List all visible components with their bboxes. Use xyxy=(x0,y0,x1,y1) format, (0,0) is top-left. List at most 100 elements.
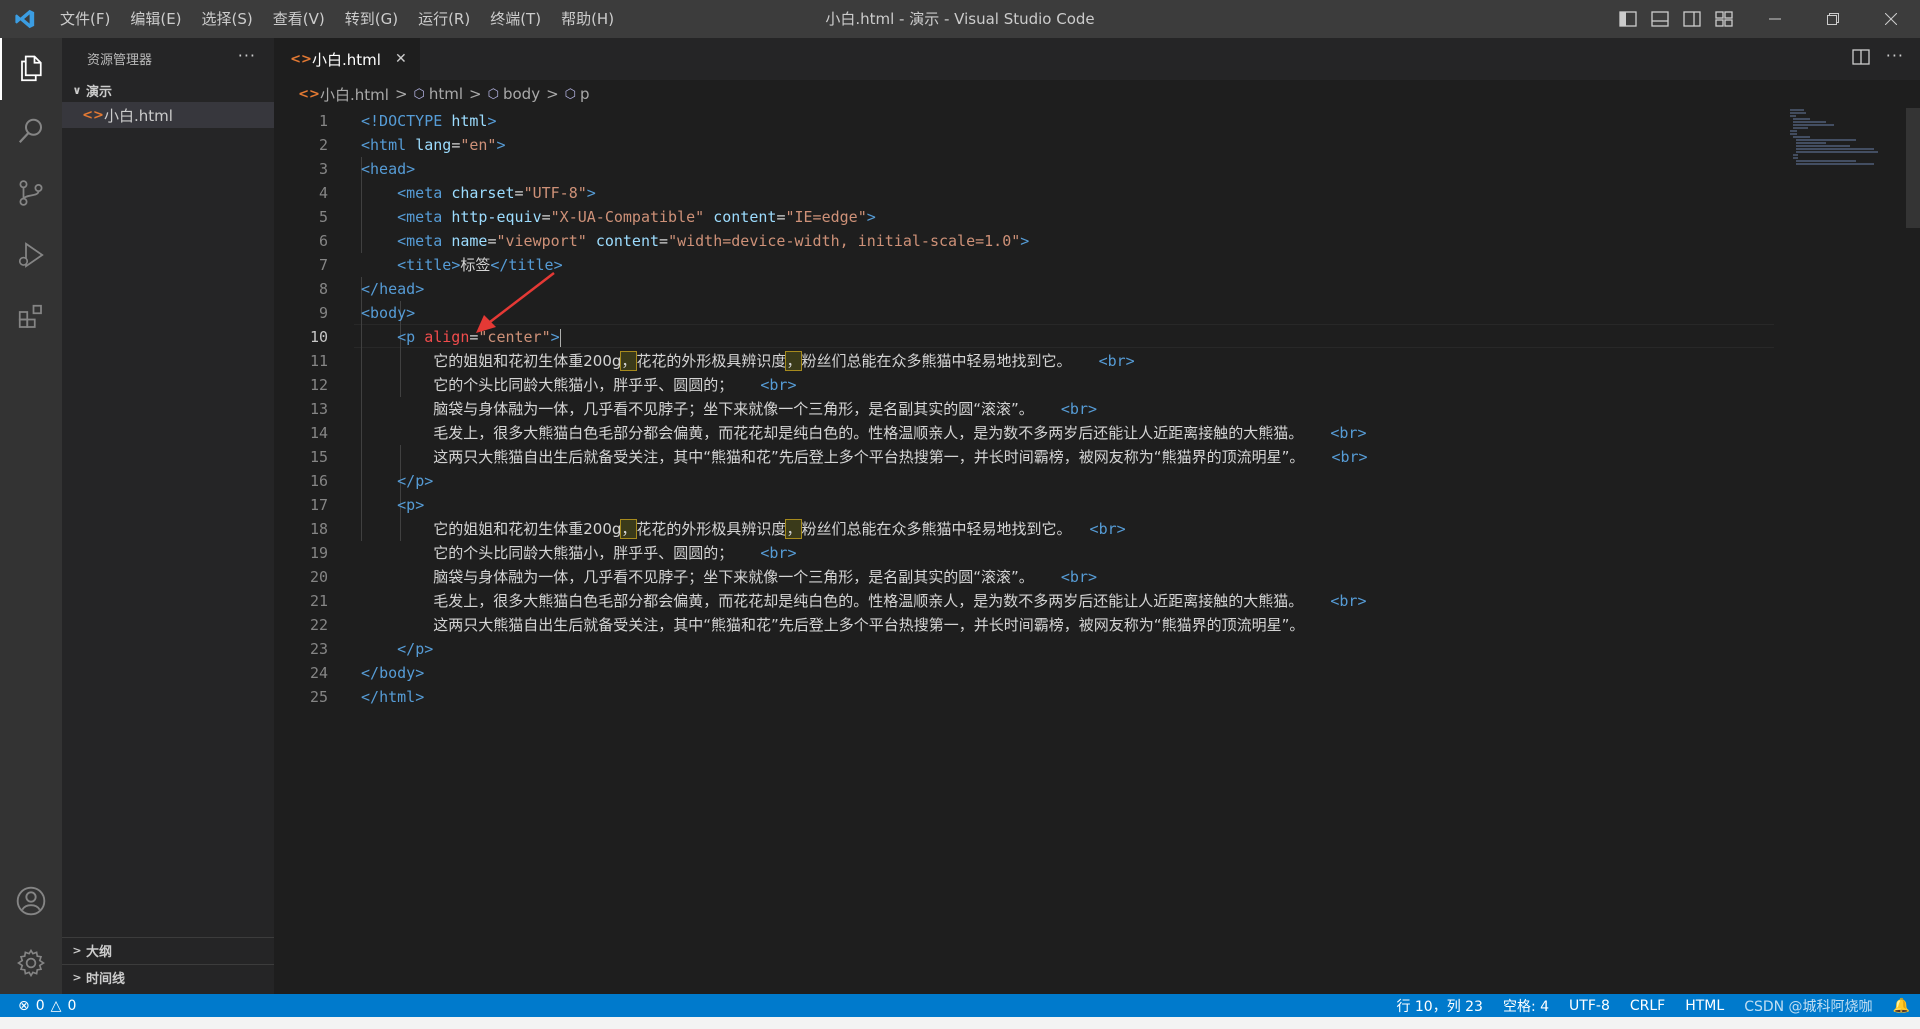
breadcrumb-p[interactable]: p xyxy=(580,85,590,103)
code-line: 17 <p> xyxy=(309,496,425,514)
menu-help[interactable]: 帮助(H) xyxy=(551,0,624,38)
symbol-icon: ⬡ xyxy=(564,86,577,102)
menu-selection[interactable]: 选择(S) xyxy=(192,0,263,38)
file-name: 小白.html xyxy=(104,106,173,125)
code-editor[interactable]: 1 <!DOCTYPE html> 2 <html lang="en"> 3 <hea… xyxy=(274,109,1774,809)
vscode-logo-icon xyxy=(0,0,50,38)
explorer-sidebar: 资源管理器 ··· ∨ 演示 <> 小白.html > 大纲 > 时间线 xyxy=(62,38,274,994)
activity-bar xyxy=(0,38,62,994)
search-icon[interactable] xyxy=(0,100,62,162)
title-bar: 文件(F) 编辑(E) 选择(S) 查看(V) 转到(G) 运行(R) 终端(T… xyxy=(0,0,1920,38)
code-line: 6 <meta name="viewport" content="width=d… xyxy=(318,232,1030,250)
watermark: CSDN @城科阿烧咖 xyxy=(1744,998,1873,1015)
menu-go[interactable]: 转到(G) xyxy=(335,0,408,38)
html-file-icon: <> xyxy=(290,51,312,67)
code-line: 12 它的个头比同龄大熊猫小，胖乎乎、圆圆的； <br> xyxy=(309,376,797,394)
chevron-right-icon: > xyxy=(546,85,559,103)
explorer-title: 资源管理器 xyxy=(87,52,153,68)
indentation[interactable]: 空格: 4 xyxy=(1503,996,1549,1016)
symbol-icon: ⬡ xyxy=(413,86,425,102)
run-debug-icon[interactable] xyxy=(0,224,62,286)
menu-bar: 文件(F) 编辑(E) 选择(S) 查看(V) 转到(G) 运行(R) 终端(T… xyxy=(50,0,624,38)
end-of-line[interactable]: CRLF xyxy=(1630,998,1665,1014)
code-line: 3 <head> xyxy=(318,160,416,178)
code-line: 23 </p> xyxy=(309,640,434,658)
code-line: 20 脑袋与身体融为一体，几乎看不见脖子；坐下来就像一个三角形，是名副其实的圆“… xyxy=(309,568,1098,586)
code-line: 5 <meta http-equiv="X-UA-Compatible" con… xyxy=(318,208,876,226)
current-line-number: 10 xyxy=(309,328,328,346)
source-control-icon[interactable] xyxy=(0,162,62,224)
toggle-panel-icon[interactable] xyxy=(1649,8,1671,30)
split-editor-icon[interactable] xyxy=(1852,48,1870,70)
outline-section[interactable]: > 大纲 xyxy=(62,937,274,963)
html-file-icon: <> xyxy=(298,86,320,102)
code-line: 14 毛发上，很多大熊猫白色毛部分都会偏黄，而花花却是纯白色的。性格温顺亲人，是… xyxy=(309,424,1367,442)
menu-file[interactable]: 文件(F) xyxy=(50,0,120,38)
taskbar-strip xyxy=(0,1017,1920,1029)
close-icon[interactable]: ✕ xyxy=(395,51,407,67)
code-line: 25 </html> xyxy=(309,688,425,706)
chevron-right-icon: > xyxy=(394,85,408,103)
more-actions-icon[interactable]: ··· xyxy=(238,46,256,65)
breadcrumb-body[interactable]: body xyxy=(503,85,540,103)
scrollbar-thumb[interactable] xyxy=(1906,108,1920,228)
chevron-right-icon: > xyxy=(72,971,82,984)
chevron-down-icon: ∨ xyxy=(72,83,82,97)
code-line: 4 <meta charset="UTF-8"> xyxy=(318,184,596,202)
encoding[interactable]: UTF-8 xyxy=(1569,998,1610,1014)
minimap[interactable] xyxy=(1786,108,1906,168)
symbol-icon: ⬡ xyxy=(487,86,499,102)
close-window-icon[interactable] xyxy=(1862,0,1920,38)
code-line: 24 </body> xyxy=(309,664,425,682)
extensions-icon[interactable] xyxy=(0,286,62,348)
settings-gear-icon[interactable] xyxy=(0,932,62,994)
warning-count: 0 xyxy=(67,997,77,1014)
tab-label: 小白.html xyxy=(312,50,381,69)
chevron-right-icon: > xyxy=(469,85,482,103)
folder-row[interactable]: ∨ 演示 xyxy=(62,78,274,102)
editor-tab[interactable]: <> 小白.html ✕ xyxy=(274,38,420,80)
error-icon: ⊗ xyxy=(18,997,30,1014)
chevron-right-icon: > xyxy=(72,944,82,957)
vertical-scrollbar[interactable] xyxy=(1906,108,1920,808)
outline-label: 大纲 xyxy=(86,945,113,960)
folder-name: 演示 xyxy=(86,84,113,100)
toggle-secondary-sidebar-icon[interactable] xyxy=(1681,8,1703,30)
code-line: 2 <html lang="en"> xyxy=(318,136,506,154)
warning-icon: △ xyxy=(50,997,62,1014)
menu-view[interactable]: 查看(V) xyxy=(263,0,335,38)
code-line: 15 这两只大熊猫自出生后就备受关注，其中“熊猫和花”先后登上多个平台热搜第一，… xyxy=(309,448,1368,466)
breadcrumb-html[interactable]: html xyxy=(429,85,463,103)
cursor-position[interactable]: 行 10，列 23 xyxy=(1396,996,1483,1016)
problems-indicator[interactable]: ⊗ 0 △ 0 xyxy=(0,998,76,1014)
timeline-section[interactable]: > 时间线 xyxy=(62,964,274,990)
timeline-label: 时间线 xyxy=(86,972,126,987)
menu-terminal[interactable]: 终端(T) xyxy=(480,0,551,38)
bell-icon[interactable]: 🔔 xyxy=(1893,998,1910,1014)
annotation-arrow-icon xyxy=(476,272,555,333)
more-actions-icon[interactable]: ··· xyxy=(1886,46,1904,65)
layout-controls xyxy=(1617,0,1735,38)
menu-run[interactable]: 运行(R) xyxy=(408,0,480,38)
breadcrumb-file[interactable]: 小白.html xyxy=(320,84,389,105)
error-count: 0 xyxy=(35,997,45,1014)
file-row[interactable]: <> 小白.html xyxy=(62,102,274,128)
html-file-icon: <> xyxy=(82,107,104,123)
account-icon[interactable] xyxy=(0,870,62,932)
menu-edit[interactable]: 编辑(E) xyxy=(120,0,191,38)
code-line: 19 它的个头比同龄大熊猫小，胖乎乎、圆圆的； <br> xyxy=(309,544,797,562)
code-line: 1 <!DOCTYPE html> xyxy=(318,112,497,130)
customize-layout-icon[interactable] xyxy=(1713,8,1735,30)
minimize-icon[interactable] xyxy=(1746,0,1804,38)
breadcrumb: <> 小白.html > ⬡ html > ⬡ body > ⬡ p xyxy=(274,80,1920,108)
code-line: 11 它的姐姐和花初生体重200g，花花的外形极具辨识度，粉丝们总能在众多熊猫中… xyxy=(309,351,1135,371)
code-line: 18 它的姐姐和花初生体重200g，花花的外形极具辨识度，粉丝们总能在众多熊猫中… xyxy=(309,519,1126,539)
explorer-icon[interactable] xyxy=(0,38,62,100)
explorer-header: 资源管理器 ··· xyxy=(62,38,274,78)
window-controls xyxy=(1746,0,1920,38)
toggle-primary-sidebar-icon[interactable] xyxy=(1617,8,1639,30)
language-mode[interactable]: HTML xyxy=(1685,998,1724,1014)
restore-icon[interactable] xyxy=(1804,0,1862,38)
code-line: 22 这两只大熊猫自出生后就备受关注，其中“熊猫和花”先后登上多个平台热搜第一，… xyxy=(309,616,1305,634)
code-line: 13 脑袋与身体融为一体，几乎看不见脖子；坐下来就像一个三角形，是名副其实的圆“… xyxy=(309,400,1098,418)
